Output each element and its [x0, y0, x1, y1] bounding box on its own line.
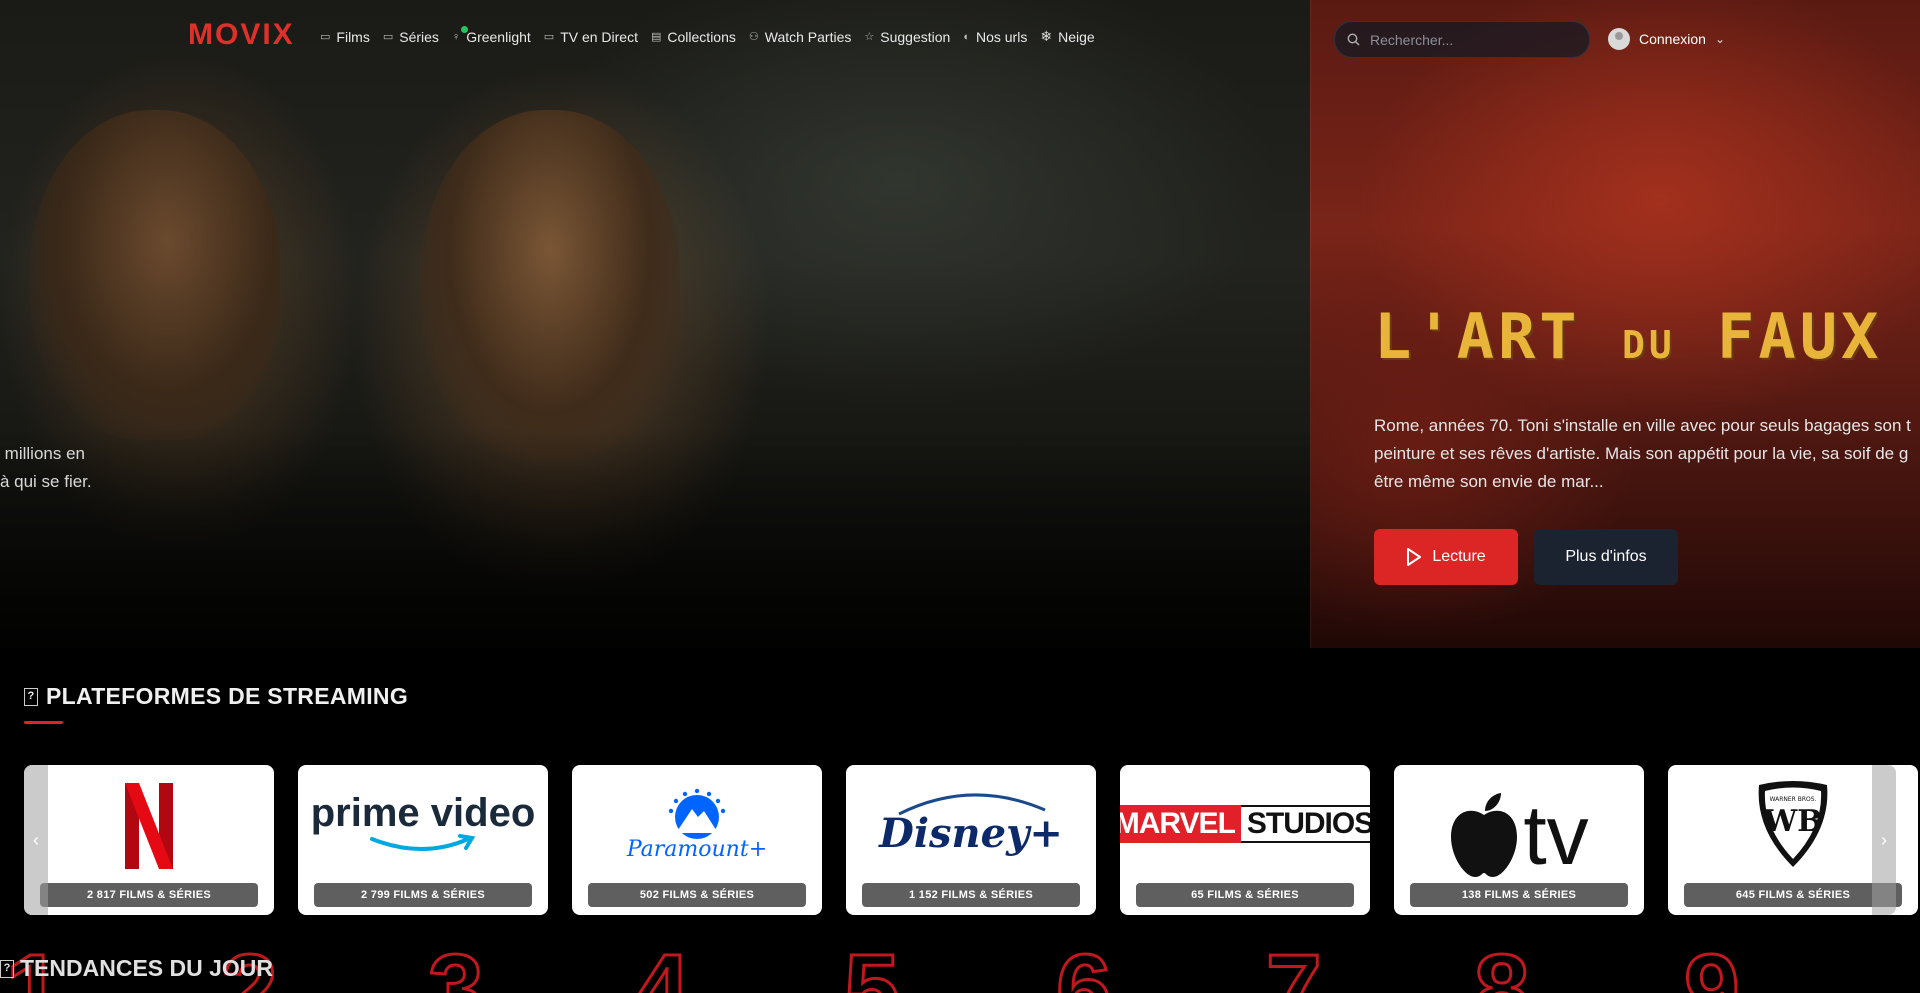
- nav-films[interactable]: ▭ Films: [320, 29, 370, 45]
- svg-text:WB: WB: [1762, 804, 1822, 839]
- trending-icon: ?: [0, 959, 14, 978]
- rank-number: 7: [1265, 940, 1324, 993]
- prime-video-logo: prime video: [298, 765, 548, 883]
- carousel-next-button[interactable]: ›: [1872, 765, 1896, 915]
- platform-card-paramount[interactable]: Paramount+ 502 FILMS & SÉRIES: [572, 765, 822, 915]
- login-menu[interactable]: Connexion ⌄: [1608, 28, 1725, 50]
- platform-count: 502 FILMS & SÉRIES: [588, 883, 806, 907]
- section-underline: [24, 721, 63, 724]
- clapperboard-icon: ▭: [320, 31, 331, 43]
- new-badge-dot: [460, 25, 468, 33]
- main-nav: ▭ Films ▭ Séries ♀ Greenlight ▭ TV en Di…: [320, 25, 1095, 45]
- search-input[interactable]: [1370, 31, 1570, 48]
- chevron-left-icon: ‹: [33, 829, 39, 850]
- platform-card-apple-tv[interactable]: tv 138 FILMS & SÉRIES: [1394, 765, 1644, 915]
- platform-count: 2 817 FILMS & SÉRIES: [40, 883, 258, 907]
- netflix-logo: [24, 765, 274, 883]
- tv-icon: ▭: [382, 31, 394, 43]
- nav-suggestion[interactable]: ☆ Suggestion: [864, 29, 950, 45]
- rank-number: 3: [427, 940, 486, 993]
- chevron-down-icon: ⌄: [1714, 32, 1725, 46]
- actor-left-image: [30, 110, 280, 440]
- paramount-logo: Paramount+: [572, 765, 822, 883]
- marvel-studios-logo: MARVEL STUDIOS: [1120, 765, 1370, 883]
- platform-card-marvel[interactable]: MARVEL STUDIOS 65 FILMS & SÉRIES: [1120, 765, 1370, 915]
- platform-card-disney[interactable]: Disney+ 1 152 FILMS & SÉRIES: [846, 765, 1096, 915]
- section-title-trending: ? TENDANCES DU JOUR: [0, 955, 273, 982]
- nav-nos-urls[interactable]: ◐ Nos urls: [963, 29, 1027, 45]
- platform-count: 1 152 FILMS & SÉRIES: [862, 883, 1080, 907]
- tv-icon: ?: [24, 687, 38, 706]
- play-button[interactable]: Lecture: [1374, 529, 1518, 585]
- platform-carousel: 2 817 FILMS & SÉRIES prime video 2 799 F…: [24, 765, 1920, 915]
- movie-title-logo: L'ART DU FAUX: [1374, 300, 1883, 373]
- more-info-button[interactable]: Plus d'infos: [1534, 529, 1678, 585]
- nav-watch-parties[interactable]: ⚇ Watch Parties: [749, 29, 852, 45]
- nav-tv-direct[interactable]: ▭ TV en Direct: [544, 29, 638, 45]
- platform-card-prime-video[interactable]: prime video 2 799 FILMS & SÉRIES: [298, 765, 548, 915]
- movie-description: Rome, années 70. Toni s'installe en vill…: [1374, 416, 1911, 491]
- platform-count: 645 FILMS & SÉRIES: [1684, 883, 1902, 907]
- search-icon: [1347, 33, 1360, 46]
- nav-series[interactable]: ▭ Séries: [383, 29, 439, 45]
- users-icon: ⚇: [748, 31, 759, 43]
- actor-right-image: [420, 110, 680, 460]
- nav-collections[interactable]: ▤ Collections: [651, 29, 736, 45]
- rank-number: 6: [1055, 940, 1114, 993]
- avatar: [1608, 28, 1630, 50]
- apple-tv-logo: tv: [1394, 765, 1644, 883]
- rank-number: 8: [1473, 940, 1532, 993]
- platform-count: 138 FILMS & SÉRIES: [1410, 883, 1628, 907]
- snowflake-icon: ❄: [1040, 28, 1053, 44]
- site-logo[interactable]: MOVIX: [188, 18, 295, 52]
- chevron-right-icon: ›: [1881, 829, 1887, 850]
- star-icon: ☆: [864, 31, 875, 43]
- rank-number: 5: [843, 940, 902, 993]
- platform-card-netflix[interactable]: 2 817 FILMS & SÉRIES: [24, 765, 274, 915]
- trending-rank-numbers: 1 2 3 4 5 6 7 8 9: [0, 940, 1920, 993]
- search-box: [1334, 21, 1590, 58]
- previous-slide-backdrop: [0, 0, 1310, 648]
- nav-neige[interactable]: ❄ Neige: [1040, 28, 1094, 45]
- television-icon: ▭: [543, 31, 555, 43]
- play-icon: [1407, 548, 1422, 566]
- disney-plus-logo: Disney+: [846, 765, 1096, 883]
- rank-number: 9: [1683, 940, 1742, 993]
- carousel-prev-button[interactable]: ‹: [24, 765, 48, 915]
- globe-icon: ◐: [963, 30, 970, 43]
- nav-greenlight[interactable]: ♀ Greenlight: [451, 25, 531, 45]
- platform-count: 2 799 FILMS & SÉRIES: [314, 883, 532, 907]
- svg-text:WARNER BROS.: WARNER BROS.: [1770, 796, 1817, 803]
- lightbulb-icon: ♀: [451, 30, 461, 43]
- rank-number: 4: [633, 940, 692, 993]
- collection-icon: ▤: [651, 31, 662, 43]
- previous-slide-description: es millions en ni à qui se fier.: [0, 444, 92, 491]
- platform-count: 65 FILMS & SÉRIES: [1136, 883, 1354, 907]
- section-title-streaming: ? PLATEFORMES DE STREAMING: [24, 683, 408, 710]
